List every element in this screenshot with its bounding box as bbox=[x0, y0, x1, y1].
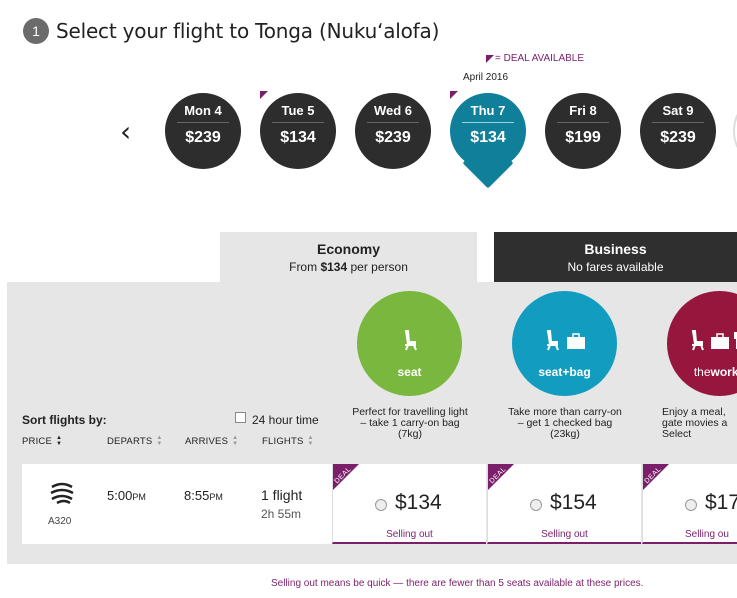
chevron-left-icon[interactable]: ‹ bbox=[120, 118, 140, 148]
date-label: Fri 8 bbox=[569, 103, 597, 118]
tab-business-title: Business bbox=[584, 241, 647, 257]
tab-economy[interactable]: Economy From $134 per person bbox=[220, 232, 477, 282]
flight-selection-page: 1 Select your flight to Tonga (Nukuʻalof… bbox=[0, 0, 737, 598]
date-label: Mon 4 bbox=[184, 103, 222, 118]
deal-legend: = DEAL AVAILABLE bbox=[486, 53, 584, 64]
page-title: Select your flight to Tonga (Nukuʻalofa) bbox=[56, 19, 440, 43]
date-price: $239 bbox=[185, 129, 221, 146]
airline-koru-logo-icon bbox=[48, 481, 76, 507]
sort-by-departs[interactable]: DEPARTS ▲ ▼ bbox=[107, 435, 163, 447]
sort-arrows-icon: ▲ ▼ bbox=[307, 435, 314, 447]
arrival-time: 8:55PM bbox=[184, 488, 223, 503]
date-option-fri-8[interactable]: Fri 8 $199 bbox=[545, 93, 621, 169]
date-divider bbox=[462, 122, 514, 123]
date-divider bbox=[272, 122, 324, 123]
fare-type-seat[interactable]: seat bbox=[357, 291, 462, 396]
date-option-wed-6[interactable]: Wed 6 $239 bbox=[355, 93, 431, 169]
deal-flag-icon bbox=[260, 91, 268, 99]
sort-title: Sort flights by: bbox=[22, 413, 107, 427]
24-hour-time-label: 24 hour time bbox=[252, 413, 319, 427]
sort-by-price[interactable]: PRICE ▲ ▼ bbox=[22, 435, 62, 447]
month-label: April 2016 bbox=[463, 72, 509, 83]
fare-radio-seat[interactable] bbox=[375, 499, 387, 511]
date-option-mon-4[interactable]: Mon 4 $239 bbox=[165, 93, 241, 169]
date-option-sat-9[interactable]: Sat 9 $239 bbox=[640, 93, 716, 169]
date-label: Wed 6 bbox=[373, 103, 413, 118]
fare-status: Selling ou bbox=[685, 529, 729, 540]
fare-description-theworks: Enjoy a meal, gate movies a Select bbox=[662, 407, 728, 440]
flight-duration: 2h 55m bbox=[261, 507, 302, 521]
fare-cell-seat[interactable]: DEAL $134 Selling out bbox=[332, 464, 486, 544]
date-price: $199 bbox=[565, 129, 601, 146]
tab-economy-title: Economy bbox=[316, 241, 380, 257]
seat-icon bbox=[357, 329, 462, 356]
date-price: $134 bbox=[280, 129, 316, 146]
date-label: Sat 9 bbox=[662, 103, 694, 118]
date-option-tue-5[interactable]: Tue 5 $134 bbox=[260, 93, 336, 169]
fare-type-name: seat+bag bbox=[538, 365, 591, 379]
sort-arrows-icon: ▲ ▼ bbox=[56, 435, 63, 447]
fare-description-seat-bag: Take more than carry-on – get 1 checked … bbox=[508, 406, 622, 440]
date-price: $239 bbox=[375, 129, 411, 146]
fare-type-name: seat bbox=[397, 365, 422, 379]
fare-price: $154 bbox=[550, 491, 597, 514]
selling-out-footnote: Selling out means be quick — there are f… bbox=[271, 578, 644, 589]
date-price: $239 bbox=[660, 129, 696, 146]
sort-by-arrives[interactable]: ARRIVES ▲ ▼ bbox=[185, 435, 238, 447]
deal-legend-label: = DEAL AVAILABLE bbox=[495, 53, 585, 64]
flight-count: 1 flight bbox=[261, 487, 303, 503]
tab-business-subtitle: No fares available bbox=[567, 260, 664, 274]
sort-arrows-icon: ▲ ▼ bbox=[232, 435, 239, 447]
seat-bag-icons bbox=[512, 329, 617, 356]
fare-description-seat: Perfect for travelling light – take 1 ca… bbox=[352, 406, 468, 440]
fare-cell-theworks[interactable]: DEAL $17 Selling ou bbox=[642, 464, 737, 544]
fare-type-seat-bag[interactable]: seat+bag bbox=[512, 291, 617, 396]
fare-status: Selling out bbox=[386, 529, 433, 540]
fare-price: $17 bbox=[705, 491, 737, 514]
flight-row-info[interactable]: A320 5:00PM 8:55PM 1 flight 2h 55m bbox=[22, 464, 332, 544]
tab-business[interactable]: Business No fares available bbox=[494, 232, 737, 282]
date-divider bbox=[367, 122, 419, 123]
departure-time: 5:00PM bbox=[107, 488, 146, 503]
deal-flag-icon bbox=[450, 91, 458, 99]
date-label: Thu 7 bbox=[470, 103, 506, 118]
24-hour-time-checkbox[interactable] bbox=[235, 412, 246, 423]
aircraft-type: A320 bbox=[48, 516, 72, 527]
date-option-next-partial[interactable] bbox=[733, 93, 737, 169]
date-option-thu-7-selected[interactable]: Thu 7 $134 bbox=[450, 93, 526, 189]
step-number-badge: 1 bbox=[23, 18, 49, 44]
sort-by-flights[interactable]: FLIGHTS ▲ ▼ bbox=[262, 435, 314, 447]
tab-economy-subtitle: From $134 per person bbox=[289, 260, 408, 274]
fare-cell-seat-bag[interactable]: DEAL $154 Selling out bbox=[487, 464, 641, 544]
seat-bag-meal-icons bbox=[667, 329, 737, 356]
date-label: Tue 5 bbox=[281, 103, 315, 118]
fare-radio-theworks[interactable] bbox=[685, 499, 697, 511]
fare-status: Selling out bbox=[541, 529, 588, 540]
sort-arrows-icon: ▲ ▼ bbox=[156, 435, 163, 447]
date-divider bbox=[652, 122, 704, 123]
date-price: $134 bbox=[470, 129, 506, 146]
deal-flag-icon bbox=[486, 54, 494, 63]
date-divider bbox=[557, 122, 609, 123]
fare-radio-seat-bag[interactable] bbox=[530, 499, 542, 511]
fare-price: $134 bbox=[395, 491, 442, 514]
fare-type-name: theworks bbox=[693, 365, 737, 379]
date-divider bbox=[177, 122, 229, 123]
